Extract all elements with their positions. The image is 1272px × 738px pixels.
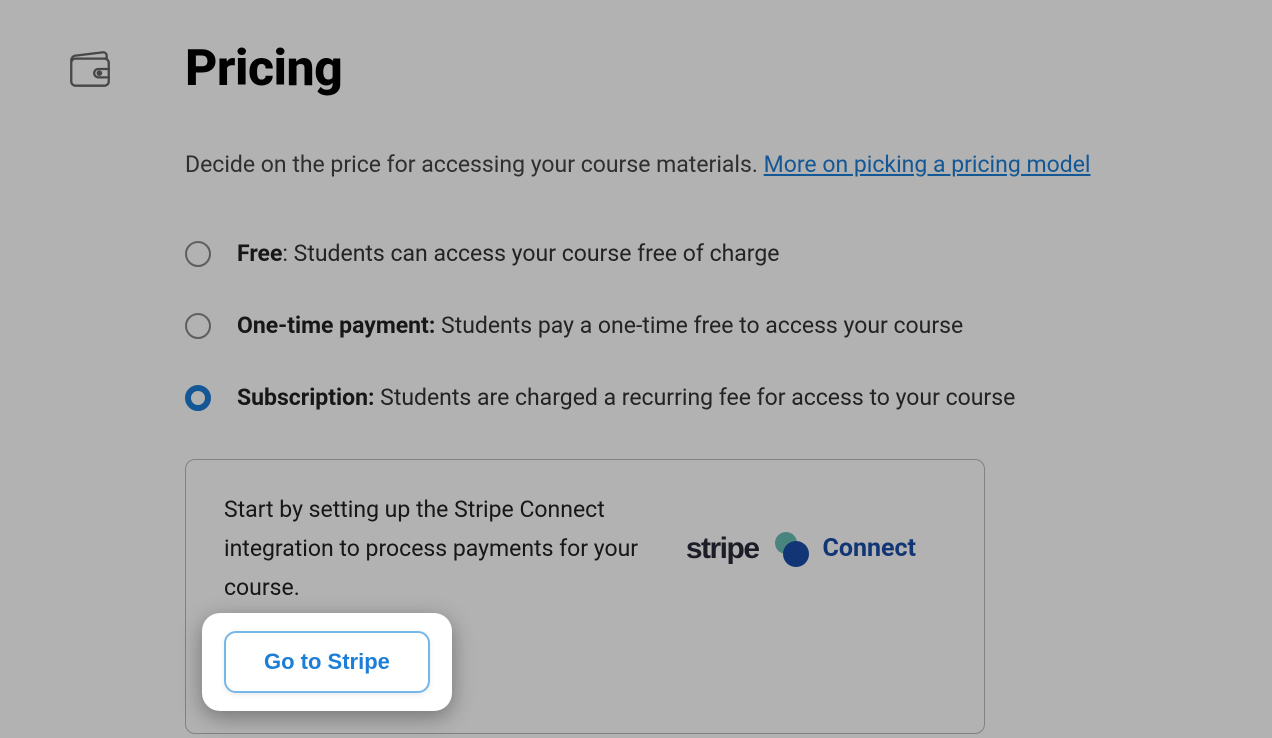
pricing-description: Decide on the price for accessing your c… (185, 148, 1212, 183)
description-text: Decide on the price for accessing your c… (185, 151, 764, 178)
wallet-icon (65, 44, 115, 94)
page-title: Pricing (185, 40, 342, 98)
option-label: Free: Students can access your course fr… (237, 238, 780, 270)
option-desc: Students are charged a recurring fee for… (374, 384, 1015, 411)
option-one-time[interactable]: One-time payment: Students pay a one-tim… (185, 310, 1212, 342)
option-subscription[interactable]: Subscription: Students are charged a rec… (185, 382, 1212, 414)
cta-highlight: Go to Stripe (224, 631, 430, 693)
radio-icon (185, 313, 211, 339)
option-name: Free (237, 240, 282, 267)
option-desc: : Students can access your course free o… (282, 240, 779, 267)
panel-text: Start by setting up the Stripe Connect i… (224, 490, 646, 607)
radio-icon (185, 241, 211, 267)
panel-row: Start by setting up the Stripe Connect i… (224, 490, 946, 607)
option-label: One-time payment: Students pay a one-tim… (237, 310, 963, 342)
pricing-model-link[interactable]: More on picking a pricing model (764, 151, 1091, 178)
stripe-word: stripe (686, 532, 759, 566)
radio-icon (185, 385, 211, 411)
option-desc: Students pay a one-time free to access y… (435, 312, 963, 339)
option-free[interactable]: Free: Students can access your course fr… (185, 238, 1212, 270)
option-name: Subscription: (237, 384, 374, 411)
connect-word: Connect (823, 534, 916, 563)
connect-dots-icon (771, 529, 811, 569)
option-name: One-time payment: (237, 312, 435, 339)
pricing-options: Free: Students can access your course fr… (185, 238, 1212, 415)
pricing-content: Decide on the price for accessing your c… (0, 98, 1272, 734)
stripe-connect-logo: stripe Connect (686, 529, 916, 569)
go-to-stripe-button[interactable]: Go to Stripe (224, 631, 430, 693)
page-header: Pricing (0, 40, 1272, 98)
option-label: Subscription: Students are charged a rec… (237, 382, 1015, 414)
stripe-setup-panel: Start by setting up the Stripe Connect i… (185, 459, 985, 734)
pricing-page: Pricing Decide on the price for accessin… (0, 0, 1272, 738)
